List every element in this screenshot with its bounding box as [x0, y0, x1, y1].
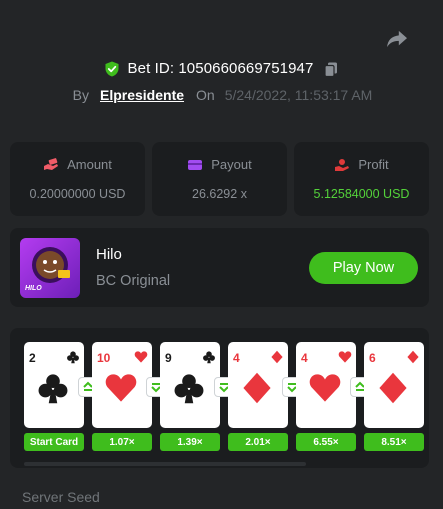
card: 10 — [92, 342, 152, 428]
share-icon[interactable] — [386, 29, 408, 49]
game-thumbnail[interactable]: HILO — [20, 238, 80, 298]
amount-value: 0.20000000 USD — [29, 187, 126, 201]
payout-card: Payout 26.6292 x — [152, 142, 287, 216]
profit-value: 5.12584000 USD — [313, 187, 410, 201]
card-rank: 4 — [233, 351, 240, 365]
bet-stats: Amount 0.20000000 USD Payout 26.6292 x P… — [10, 142, 429, 216]
game-name: Hilo — [96, 246, 122, 263]
payout-value: 26.6292 x — [192, 187, 247, 201]
card: 4 — [296, 342, 356, 428]
copy-icon[interactable] — [323, 61, 339, 77]
card: 4 — [228, 342, 288, 428]
hearts-icon — [105, 374, 137, 402]
card-multiplier: 8.51× — [364, 433, 424, 451]
hearts-icon — [309, 374, 341, 402]
hearts-icon — [338, 351, 352, 363]
game-subtitle: BC Original — [96, 273, 171, 289]
clubs-icon — [67, 351, 79, 364]
verified-shield-icon — [105, 61, 119, 76]
money-hand-icon — [44, 157, 59, 170]
cards-scrollbar[interactable] — [24, 462, 306, 466]
game-info: HILO Hilo BC Original Play Now — [10, 228, 429, 307]
coin-hand-icon — [335, 158, 350, 171]
card-rank: 4 — [301, 351, 308, 365]
clubs-icon — [38, 374, 68, 404]
diamonds-icon — [271, 350, 283, 364]
profit-card: Profit 5.12584000 USD — [294, 142, 429, 216]
by-label: By — [72, 87, 89, 103]
on-label: On — [196, 87, 215, 103]
card: 9 — [160, 342, 220, 428]
card-multiplier: 1.39× — [160, 433, 220, 451]
diamonds-icon — [379, 372, 407, 404]
diamonds-icon — [407, 350, 419, 364]
bet-id-line: Bet ID: 1050660669751947 — [0, 60, 443, 77]
play-now-button[interactable]: Play Now — [309, 252, 418, 284]
profit-label: Profit — [358, 157, 389, 172]
bet-id: Bet ID: 1050660669751947 — [127, 60, 314, 77]
card: 6 — [364, 342, 424, 428]
cards-history[interactable]: 2 Start Card 10 1.07× 9 1.39× 4 2.01× 4 — [10, 328, 429, 468]
card-icon — [188, 159, 203, 170]
card-multiplier: 6.55× — [296, 433, 356, 451]
payout-label: Payout — [211, 157, 252, 172]
bet-datetime: 5/24/2022, 11:53:17 AM — [224, 87, 373, 103]
amount-label: Amount — [67, 157, 112, 172]
hearts-icon — [134, 351, 148, 363]
bet-meta-line: By Elpresidente On 5/24/2022, 11:53:17 A… — [0, 87, 443, 103]
card-rank: 2 — [29, 351, 36, 365]
card-rank: 6 — [369, 351, 376, 365]
diamonds-icon — [243, 372, 271, 404]
card-rank: 9 — [165, 351, 172, 365]
clubs-icon — [174, 374, 204, 404]
card-multiplier: 2.01× — [228, 433, 288, 451]
server-seed-label: Server Seed — [22, 489, 100, 505]
username-link[interactable]: Elpresidente — [100, 87, 184, 103]
card-rank: 10 — [97, 351, 111, 365]
clubs-icon — [203, 351, 215, 364]
card-start: 2 — [24, 342, 84, 428]
game-thumbnail-label: HILO — [25, 285, 42, 292]
amount-card: Amount 0.20000000 USD — [10, 142, 145, 216]
card-multiplier: Start Card — [24, 433, 84, 451]
card-multiplier: 1.07× — [92, 433, 152, 451]
